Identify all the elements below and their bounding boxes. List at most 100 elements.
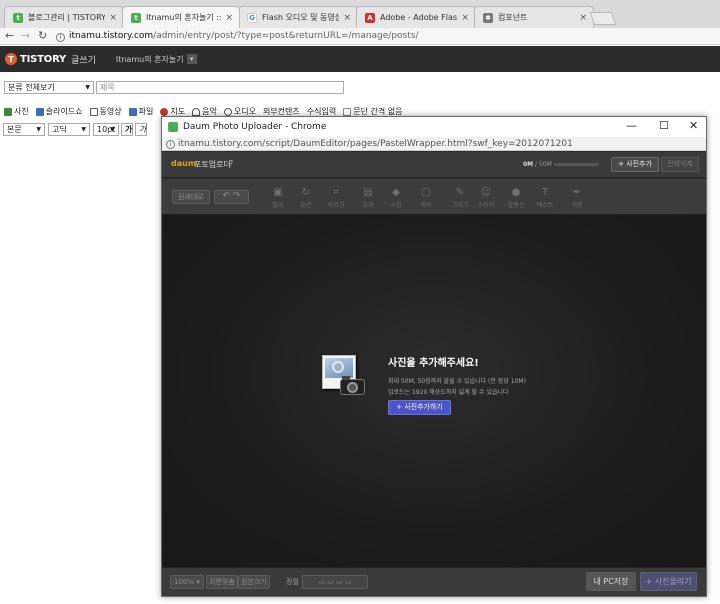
- tool-signature[interactable]: ✒ 서명: [565, 187, 589, 209]
- tistory-logo-icon[interactable]: T: [5, 53, 17, 65]
- zoom-value: 100%: [174, 578, 195, 586]
- tool-label: 효과: [362, 202, 374, 209]
- title-input[interactable]: 제목: [96, 81, 344, 94]
- tab-close-icon[interactable]: ×: [109, 13, 117, 23]
- eraser-icon: ◆: [392, 187, 400, 198]
- adobe-favicon-icon: A: [365, 12, 375, 23]
- blog-name[interactable]: Itnamu의 혼자놀기: [116, 54, 184, 65]
- info-icon[interactable]: i: [56, 33, 65, 42]
- photo-icon: [4, 107, 12, 116]
- bold-button[interactable]: 가: [121, 123, 133, 136]
- tool-crop[interactable]: ⌗ 자르기: [324, 187, 348, 209]
- sort-options[interactable]: ▭ ▭ ▭ ▭: [302, 575, 368, 589]
- delete-all-button[interactable]: 전체삭제: [661, 157, 699, 172]
- empty-line1: 최대 50M, 50장까지 올릴 수 있습니다 (한 장당 10M): [388, 378, 526, 385]
- minimize-icon[interactable]: —: [626, 119, 637, 132]
- tab-component[interactable]: ✱ 컴포넌트 ×: [474, 6, 594, 28]
- add-photos-button[interactable]: + 사진추가하기: [388, 400, 451, 415]
- attach-file-button[interactable]: 파일: [128, 106, 153, 117]
- video-icon: [89, 107, 98, 116]
- revert-button[interactable]: 원래대로: [172, 190, 210, 204]
- tool-effect[interactable]: ▤ 효과: [356, 187, 380, 209]
- map-icon: [160, 107, 169, 116]
- attach-slideshow-button[interactable]: 슬라이드쇼: [35, 106, 83, 117]
- delete-all-label: 전체삭제: [667, 160, 693, 168]
- attach-video-button[interactable]: 동영상: [89, 106, 122, 117]
- tab-flash-audio[interactable]: G Flash 오디오 및 동영상 ×: [238, 6, 358, 28]
- reload-icon[interactable]: ↻: [38, 28, 47, 44]
- fit-screen-button[interactable]: 외면맞춤: [206, 575, 238, 589]
- title-placeholder: 제목: [100, 83, 115, 92]
- font-size-select[interactable]: 10pt ▼: [93, 123, 119, 136]
- block-format-select[interactable]: 본문 ▼: [3, 123, 45, 136]
- tab-close-icon[interactable]: ×: [579, 13, 587, 23]
- italic-button[interactable]: 가: [135, 123, 147, 136]
- zoom-select[interactable]: 100% ▾: [170, 575, 204, 589]
- category-value: 분류 전체보기: [8, 83, 55, 92]
- frame-icon: ▢: [421, 187, 431, 198]
- attach-photo-button[interactable]: 사진: [4, 106, 29, 117]
- photo-uploader-window: Daum Photo Uploader - Chrome — ☐ ✕ i itna…: [161, 116, 707, 597]
- back-arrow-icon[interactable]: ←: [5, 28, 14, 44]
- tool-speech-bubble[interactable]: ● 말풍선: [504, 187, 528, 209]
- upload-drop-area[interactable]: 사진을 추가해주세요! 최대 50M, 50장까지 올릴 수 있습니다 (한 장…: [162, 215, 706, 567]
- upload-photos-label: 사진올리기: [654, 577, 692, 586]
- tool-frame[interactable]: ▢ 액자: [414, 187, 438, 209]
- tool-draw[interactable]: ✎ 그리기: [448, 187, 472, 209]
- popup-address-bar: i itnamu.tistory.com/script/DaumEditor/pa…: [162, 137, 706, 151]
- help-icon[interactable]: ?: [229, 159, 233, 168]
- sort-icon: ▭ ▭ ▭ ▭: [318, 578, 352, 586]
- tistory-header: T TISTORY 글쓰기 Itnamu의 혼자놀기 ▾: [0, 46, 720, 72]
- tab-close-icon[interactable]: ×: [461, 13, 469, 23]
- tab-blog-admin[interactable]: t 블로그관리 | TISTORY ×: [4, 6, 124, 28]
- font-select[interactable]: 고딕 ▼: [48, 123, 90, 136]
- bold-label: 가: [125, 125, 133, 134]
- speech-bubble-icon: ●: [511, 187, 521, 198]
- tool-text[interactable]: T 텍스트: [533, 187, 557, 209]
- category-select[interactable]: 분류 전체보기 ▼: [4, 81, 94, 94]
- upload-photos-button[interactable]: + 사진올리기: [640, 572, 697, 591]
- header-write-label: 글쓰기: [71, 55, 96, 66]
- original-size-button[interactable]: 원본크기: [238, 575, 270, 589]
- undo-icon[interactable]: ↶: [223, 191, 231, 201]
- address-bar[interactable]: i itnamu.tistory.com/admin/entry/post/?ty…: [56, 29, 716, 44]
- redo-icon[interactable]: ↷: [233, 191, 241, 201]
- tool-resize[interactable]: ▣ 잘라: [266, 187, 290, 209]
- chevron-down-icon: ▼: [110, 126, 115, 133]
- tab-close-icon[interactable]: ×: [225, 13, 233, 23]
- info-icon: i: [166, 140, 175, 149]
- browser-toolbar: ← → ↻ i itnamu.tistory.com/admin/entry/po…: [0, 28, 720, 45]
- maximize-icon[interactable]: ☐: [659, 119, 669, 132]
- tool-adjust[interactable]: ◆ 수정: [384, 187, 408, 209]
- save-to-pc-button[interactable]: 내 PC저장: [586, 572, 636, 591]
- new-tab-button[interactable]: [589, 12, 617, 25]
- puzzle-favicon-icon: ✱: [483, 12, 493, 23]
- tool-label: 수정: [390, 202, 402, 209]
- original-size-label: 원본크기: [241, 578, 267, 586]
- tistory-favicon-icon: t: [131, 12, 141, 23]
- close-icon[interactable]: ✕: [689, 119, 698, 132]
- revert-label: 원래대로: [178, 193, 204, 201]
- tool-rotate[interactable]: ↻ 회전: [294, 187, 318, 209]
- daum-logo: daum: [171, 159, 197, 168]
- tab-adobe[interactable]: A Adobe - Adobe Flash Pl ×: [356, 6, 476, 28]
- chevron-down-icon[interactable]: ▾: [186, 54, 197, 64]
- italic-label: 가: [139, 125, 147, 134]
- tool-label: 액자: [420, 202, 432, 209]
- tab-itnamu-blog[interactable]: t Itnamu의 혼자놀기 :: 글 ×: [122, 6, 240, 28]
- tool-label: 회전: [300, 202, 312, 209]
- usage-progress-bar: [554, 163, 599, 166]
- tab-close-icon[interactable]: ×: [343, 13, 351, 23]
- add-photo-label: 사진추가: [626, 160, 652, 168]
- tool-label: 그리기: [451, 202, 469, 209]
- music-icon: [192, 107, 201, 116]
- tool-sticker[interactable]: ☺ 스티커: [474, 187, 498, 209]
- forward-arrow-icon[interactable]: →: [21, 28, 30, 44]
- attach-label: 슬라이드쇼: [45, 107, 83, 116]
- slideshow-icon: [35, 107, 44, 116]
- audio-icon: [223, 107, 232, 116]
- tistory-logo[interactable]: TISTORY: [20, 54, 66, 65]
- add-photo-button[interactable]: + 사진추가: [611, 157, 659, 172]
- usage-max: / 50M: [535, 161, 552, 168]
- checkbox-icon[interactable]: [343, 107, 352, 116]
